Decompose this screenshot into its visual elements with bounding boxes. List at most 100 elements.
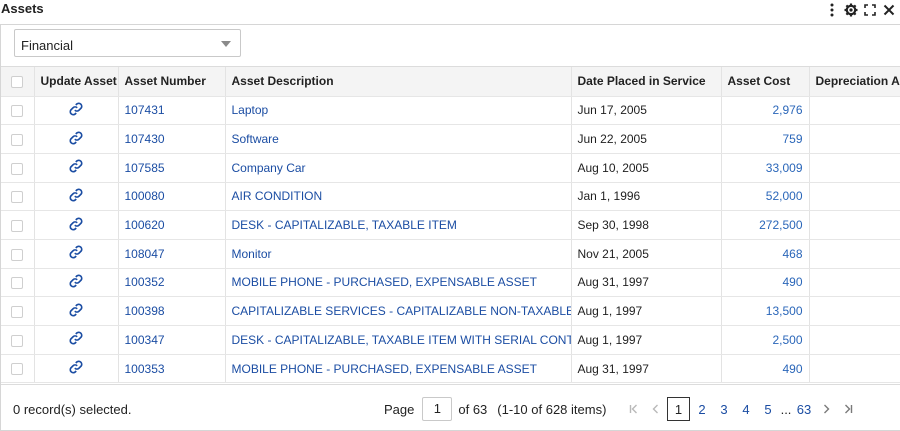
asset-number-link[interactable]: 100347: [125, 333, 165, 347]
asset-description-link[interactable]: Monitor: [232, 247, 272, 261]
row-checkbox[interactable]: [11, 105, 24, 118]
previous-page-icon[interactable]: [645, 397, 667, 421]
link-icon[interactable]: [68, 158, 84, 177]
asset-cost-cell: 33,009: [721, 153, 810, 183]
column-header-date[interactable]: Date Placed in Service: [571, 67, 722, 97]
asset-number-cell: 100352: [118, 268, 226, 298]
asset-description-cell: Software: [225, 124, 572, 154]
page-button-5[interactable]: 5: [757, 397, 779, 421]
asset-number-link[interactable]: 107585: [125, 161, 165, 175]
date-placed-cell: Aug 31, 1997: [571, 268, 722, 298]
depreciation-cell: [809, 182, 900, 212]
page-button-last[interactable]: 63: [793, 397, 815, 421]
row-select-cell: [1, 239, 35, 269]
more-vertical-icon[interactable]: [825, 2, 839, 18]
asset-cost-cell: 272,500: [721, 210, 810, 240]
link-icon[interactable]: [68, 130, 84, 149]
table-row: 108047 Monitor Nov 21, 2005 468: [1, 239, 900, 269]
row-select-cell: [1, 325, 35, 355]
asset-number-link[interactable]: 100620: [125, 218, 165, 232]
table-row: 100398 CAPITALIZABLE SERVICES - CAPITALI…: [1, 296, 900, 326]
asset-description-link[interactable]: MOBILE PHONE - PURCHASED, EXPENSABLE ASS…: [232, 275, 537, 289]
row-checkbox[interactable]: [11, 248, 24, 261]
asset-description-cell: DESK - CAPITALIZABLE, TAXABLE ITEM: [225, 210, 572, 240]
select-all-checkbox[interactable]: [11, 76, 24, 89]
page-button-1[interactable]: 1: [667, 397, 690, 421]
asset-description-link[interactable]: Company Car: [232, 161, 306, 175]
next-page-icon[interactable]: [815, 397, 837, 421]
link-icon[interactable]: [68, 330, 84, 349]
row-checkbox[interactable]: [11, 277, 24, 290]
link-icon[interactable]: [68, 101, 84, 120]
depreciation-cell: [809, 325, 900, 355]
table-row: 100080 AIR CONDITION Jan 1, 1996 52,000: [1, 182, 900, 212]
asset-description-link[interactable]: CAPITALIZABLE SERVICES - CAPITALIZABLE N…: [232, 304, 571, 318]
row-checkbox[interactable]: [11, 191, 24, 204]
page-button-3[interactable]: 3: [713, 397, 735, 421]
column-header-update[interactable]: Update Asset: [34, 67, 119, 97]
row-checkbox[interactable]: [11, 334, 24, 347]
close-icon[interactable]: [882, 2, 896, 18]
update-asset-cell: [34, 354, 119, 384]
page-button-4[interactable]: 4: [735, 397, 757, 421]
link-icon[interactable]: [68, 302, 84, 321]
asset-number-link[interactable]: 108047: [125, 247, 165, 261]
table-row: 107431 Laptop Jun 17, 2005 2,976: [1, 96, 900, 126]
expand-icon[interactable]: [863, 2, 877, 18]
page-button-2[interactable]: 2: [691, 397, 713, 421]
asset-description-cell: MOBILE PHONE - PURCHASED, EXPENSABLE ASS…: [225, 268, 572, 298]
asset-description-cell: MOBILE PHONE - PURCHASED, EXPENSABLE ASS…: [225, 354, 572, 384]
table-row: 107585 Company Car Aug 10, 2005 33,009: [1, 153, 900, 183]
date-placed-cell: Aug 1, 1997: [571, 296, 722, 326]
column-header-depreciation[interactable]: Depreciation An: [809, 67, 900, 97]
row-select-cell: [1, 296, 35, 326]
gear-icon[interactable]: [844, 2, 858, 18]
asset-number-link[interactable]: 100398: [125, 304, 165, 318]
row-select-cell: [1, 153, 35, 183]
asset-number-cell: 107585: [118, 153, 226, 183]
column-header-description[interactable]: Asset Description: [225, 67, 572, 97]
depreciation-cell: [809, 210, 900, 240]
update-asset-cell: [34, 268, 119, 298]
link-icon[interactable]: [68, 187, 84, 206]
asset-number-link[interactable]: 100353: [125, 362, 165, 376]
page-number-input[interactable]: 1: [422, 397, 453, 421]
row-checkbox[interactable]: [11, 363, 24, 376]
selection-count: 0 record(s) selected.: [13, 402, 132, 417]
asset-cost-cell: 13,500: [721, 296, 810, 326]
table-header-row: Update Asset Asset Number Asset Descript…: [1, 67, 900, 97]
asset-number-link[interactable]: 100352: [125, 275, 165, 289]
table-row: 100352 MOBILE PHONE - PURCHASED, EXPENSA…: [1, 268, 900, 298]
last-page-icon[interactable]: [837, 397, 859, 421]
asset-description-link[interactable]: DESK - CAPITALIZABLE, TAXABLE ITEM: [232, 218, 457, 232]
panel-header: Assets: [0, 0, 900, 22]
asset-book-select[interactable]: Financial: [14, 29, 241, 57]
date-placed-cell: Nov 21, 2005: [571, 239, 722, 269]
asset-description-link[interactable]: Software: [232, 132, 279, 146]
link-icon[interactable]: [68, 244, 84, 263]
row-checkbox[interactable]: [11, 133, 24, 146]
first-page-icon[interactable]: [623, 397, 645, 421]
chevron-down-icon: [221, 41, 231, 47]
link-icon[interactable]: [68, 359, 84, 378]
row-checkbox[interactable]: [11, 162, 24, 175]
asset-number-link[interactable]: 107430: [125, 132, 165, 146]
asset-description-link[interactable]: AIR CONDITION: [232, 189, 323, 203]
row-checkbox[interactable]: [11, 305, 24, 318]
link-icon[interactable]: [68, 216, 84, 235]
pagination-summary: Page 1 of 63 (1-10 of 628 items): [384, 397, 606, 421]
asset-description-link[interactable]: Laptop: [232, 103, 269, 117]
row-select-cell: [1, 182, 35, 212]
column-header-number[interactable]: Asset Number: [118, 67, 226, 97]
page-count: of 63: [458, 401, 488, 417]
row-checkbox[interactable]: [11, 219, 24, 232]
asset-number-link[interactable]: 100080: [125, 189, 165, 203]
asset-description-link[interactable]: DESK - CAPITALIZABLE, TAXABLE ITEM WITH …: [232, 333, 571, 347]
column-header-cost[interactable]: Asset Cost: [721, 67, 810, 97]
link-icon[interactable]: [68, 273, 84, 292]
asset-description-link[interactable]: MOBILE PHONE - PURCHASED, EXPENSABLE ASS…: [232, 362, 537, 376]
asset-number-link[interactable]: 107431: [125, 103, 165, 117]
update-asset-cell: [34, 182, 119, 212]
asset-number-cell: 100620: [118, 210, 226, 240]
date-placed-cell: Jun 17, 2005: [571, 96, 722, 126]
